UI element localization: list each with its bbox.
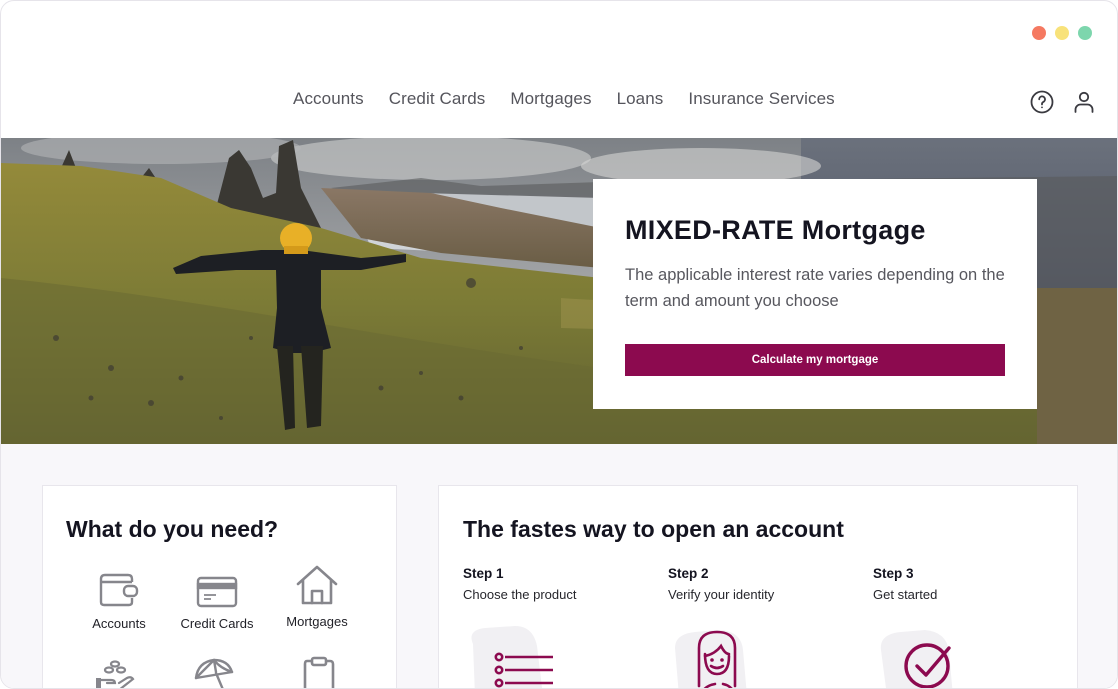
person-icon xyxy=(675,630,747,688)
step-description: Get started xyxy=(873,587,938,602)
clipboard-icon xyxy=(269,652,369,688)
nav-insurance-services[interactable]: Insurance Services xyxy=(688,89,834,109)
minimize-dot[interactable] xyxy=(1055,26,1069,40)
need-item-accounts[interactable]: Accounts xyxy=(69,566,169,631)
mortgage-promo-card: MIXED-RATE Mortgage The applicable inter… xyxy=(593,179,1037,409)
steps-title: The fastes way to open an account xyxy=(463,516,844,542)
nav-actions xyxy=(1029,89,1096,114)
wallet-icon xyxy=(69,566,169,608)
need-label: Credit Cards xyxy=(180,616,254,631)
check-circle-icon xyxy=(880,630,953,688)
need-label: Mortgages xyxy=(286,614,348,629)
browser-window: Accounts Credit Cards Mortgages Loans In… xyxy=(0,0,1118,689)
open-account-panel: The fastes way to open an account Step 1… xyxy=(438,485,1078,688)
window-controls xyxy=(1032,26,1092,40)
step-title: Step 3 xyxy=(873,566,914,581)
step-description: Choose the product xyxy=(463,587,577,602)
step-1: Step 1 Choose the product xyxy=(463,566,663,602)
need-item-clipboard[interactable] xyxy=(269,652,369,688)
nav-accounts[interactable]: Accounts xyxy=(293,89,364,109)
need-item-credit-cards[interactable]: Credit Cards xyxy=(167,566,267,631)
need-item-mortgages[interactable]: Mortgages xyxy=(267,564,367,629)
credit-card-icon xyxy=(167,566,267,608)
nav-credit-cards[interactable]: Credit Cards xyxy=(389,89,486,109)
calculate-mortgage-button[interactable]: Calculate my mortgage xyxy=(625,344,1005,376)
what-do-you-need-panel: What do you need? Accounts Credit Cards … xyxy=(42,485,397,688)
house-icon xyxy=(267,564,367,606)
needs-title: What do you need? xyxy=(66,516,279,542)
step-title: Step 1 xyxy=(463,566,504,581)
user-icon[interactable] xyxy=(1071,89,1096,114)
promo-title: MIXED-RATE Mortgage xyxy=(625,215,926,245)
maximize-dot[interactable] xyxy=(1078,26,1092,40)
step-description: Verify your identity xyxy=(668,587,775,602)
need-label: Accounts xyxy=(92,616,146,631)
need-item-insurance[interactable] xyxy=(163,652,263,688)
need-item-loans[interactable] xyxy=(65,652,165,688)
umbrella-icon xyxy=(163,652,263,688)
step-2: Step 2 Verify your identity xyxy=(668,566,868,602)
promo-description: The applicable interest rate varies depe… xyxy=(625,266,1005,310)
list-icon xyxy=(471,626,553,688)
step-3: Step 3 Get started xyxy=(873,566,1073,602)
nav-mortgages[interactable]: Mortgages xyxy=(510,89,591,109)
step-title: Step 2 xyxy=(668,566,709,581)
hero-image: MIXED-RATE Mortgage The applicable inter… xyxy=(1,138,1117,444)
close-dot[interactable] xyxy=(1032,26,1046,40)
help-icon[interactable] xyxy=(1029,89,1054,114)
hand-coins-icon xyxy=(65,652,165,688)
nav-loans[interactable]: Loans xyxy=(617,89,664,109)
